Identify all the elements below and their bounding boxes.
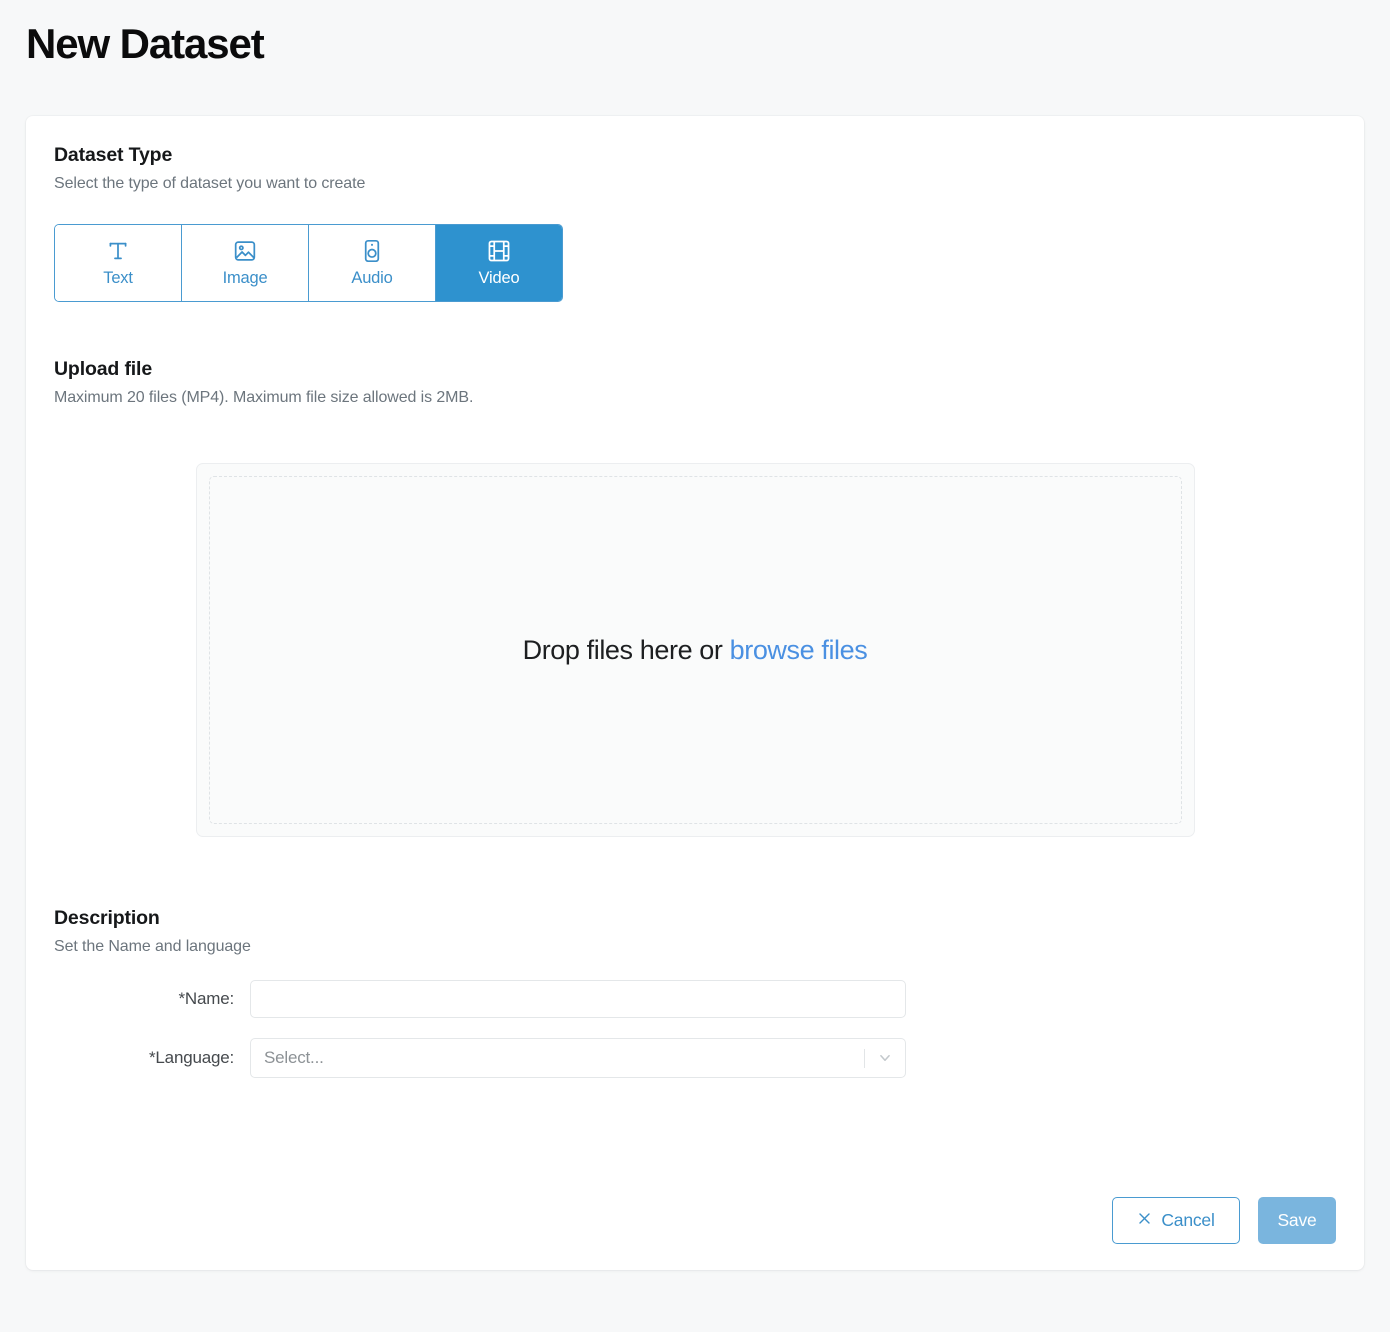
description-form: *Name: *Language: Select... <box>54 980 1336 1078</box>
language-select[interactable]: Select... <box>250 1038 906 1078</box>
upload-heading: Upload file <box>54 358 153 380</box>
speaker-icon <box>359 238 385 264</box>
file-dropzone[interactable]: Drop files here or browse files <box>195 463 1195 837</box>
dataset-type-label-audio: Audio <box>351 269 393 287</box>
language-select-value: Select... <box>264 1048 324 1067</box>
name-field-row: *Name: <box>54 980 1336 1018</box>
dataset-type-subheading: Select the type of dataset you want to c… <box>54 175 366 192</box>
dataset-type-selector: Text Image Audio Video <box>54 224 563 302</box>
dropzone-text: Drop files here or browse files <box>523 635 868 666</box>
language-field-row: *Language: Select... <box>54 1038 1336 1078</box>
close-icon <box>1137 1210 1152 1231</box>
dataset-type-label-image: Image <box>222 269 268 287</box>
form-actions: Cancel Save <box>1112 1197 1336 1244</box>
cancel-button-label: Cancel <box>1161 1210 1215 1230</box>
chevron-down-icon[interactable] <box>865 1049 905 1067</box>
text-t-icon <box>105 238 131 264</box>
dataset-type-label-video: Video <box>478 269 520 287</box>
browse-files-link[interactable]: browse files <box>730 635 868 665</box>
dataset-type-section: Dataset Type Select the type of dataset … <box>54 144 1336 302</box>
dataset-type-option-image[interactable]: Image <box>182 225 309 301</box>
upload-subheading: Maximum 20 files (MP4). Maximum file siz… <box>54 389 474 406</box>
page-title: New Dataset <box>26 20 265 67</box>
dataset-type-heading: Dataset Type <box>54 144 173 166</box>
description-heading: Description <box>54 907 160 929</box>
dataset-type-option-text[interactable]: Text <box>55 225 182 301</box>
film-strip-icon <box>486 238 512 264</box>
save-button[interactable]: Save <box>1258 1197 1336 1244</box>
file-dropzone-inner[interactable]: Drop files here or browse files <box>208 476 1182 824</box>
dropzone-prompt: Drop files here or <box>522 634 730 665</box>
description-section: Description Set the Name and language *N… <box>54 907 1336 1078</box>
language-label: *Language: <box>149 1048 234 1067</box>
dataset-type-option-audio[interactable]: Audio <box>309 225 436 301</box>
dataset-type-label-text: Text <box>103 269 133 287</box>
cancel-button[interactable]: Cancel <box>1112 1197 1240 1244</box>
upload-file-section: Upload file Maximum 20 files (MP4). Maxi… <box>54 358 1336 837</box>
dataset-type-option-video[interactable]: Video <box>436 225 562 301</box>
description-subheading: Set the Name and language <box>54 938 251 955</box>
name-input[interactable] <box>250 980 906 1018</box>
new-dataset-card: Dataset Type Select the type of dataset … <box>26 116 1364 1270</box>
name-label: *Name: <box>178 989 235 1008</box>
image-icon <box>232 238 258 264</box>
